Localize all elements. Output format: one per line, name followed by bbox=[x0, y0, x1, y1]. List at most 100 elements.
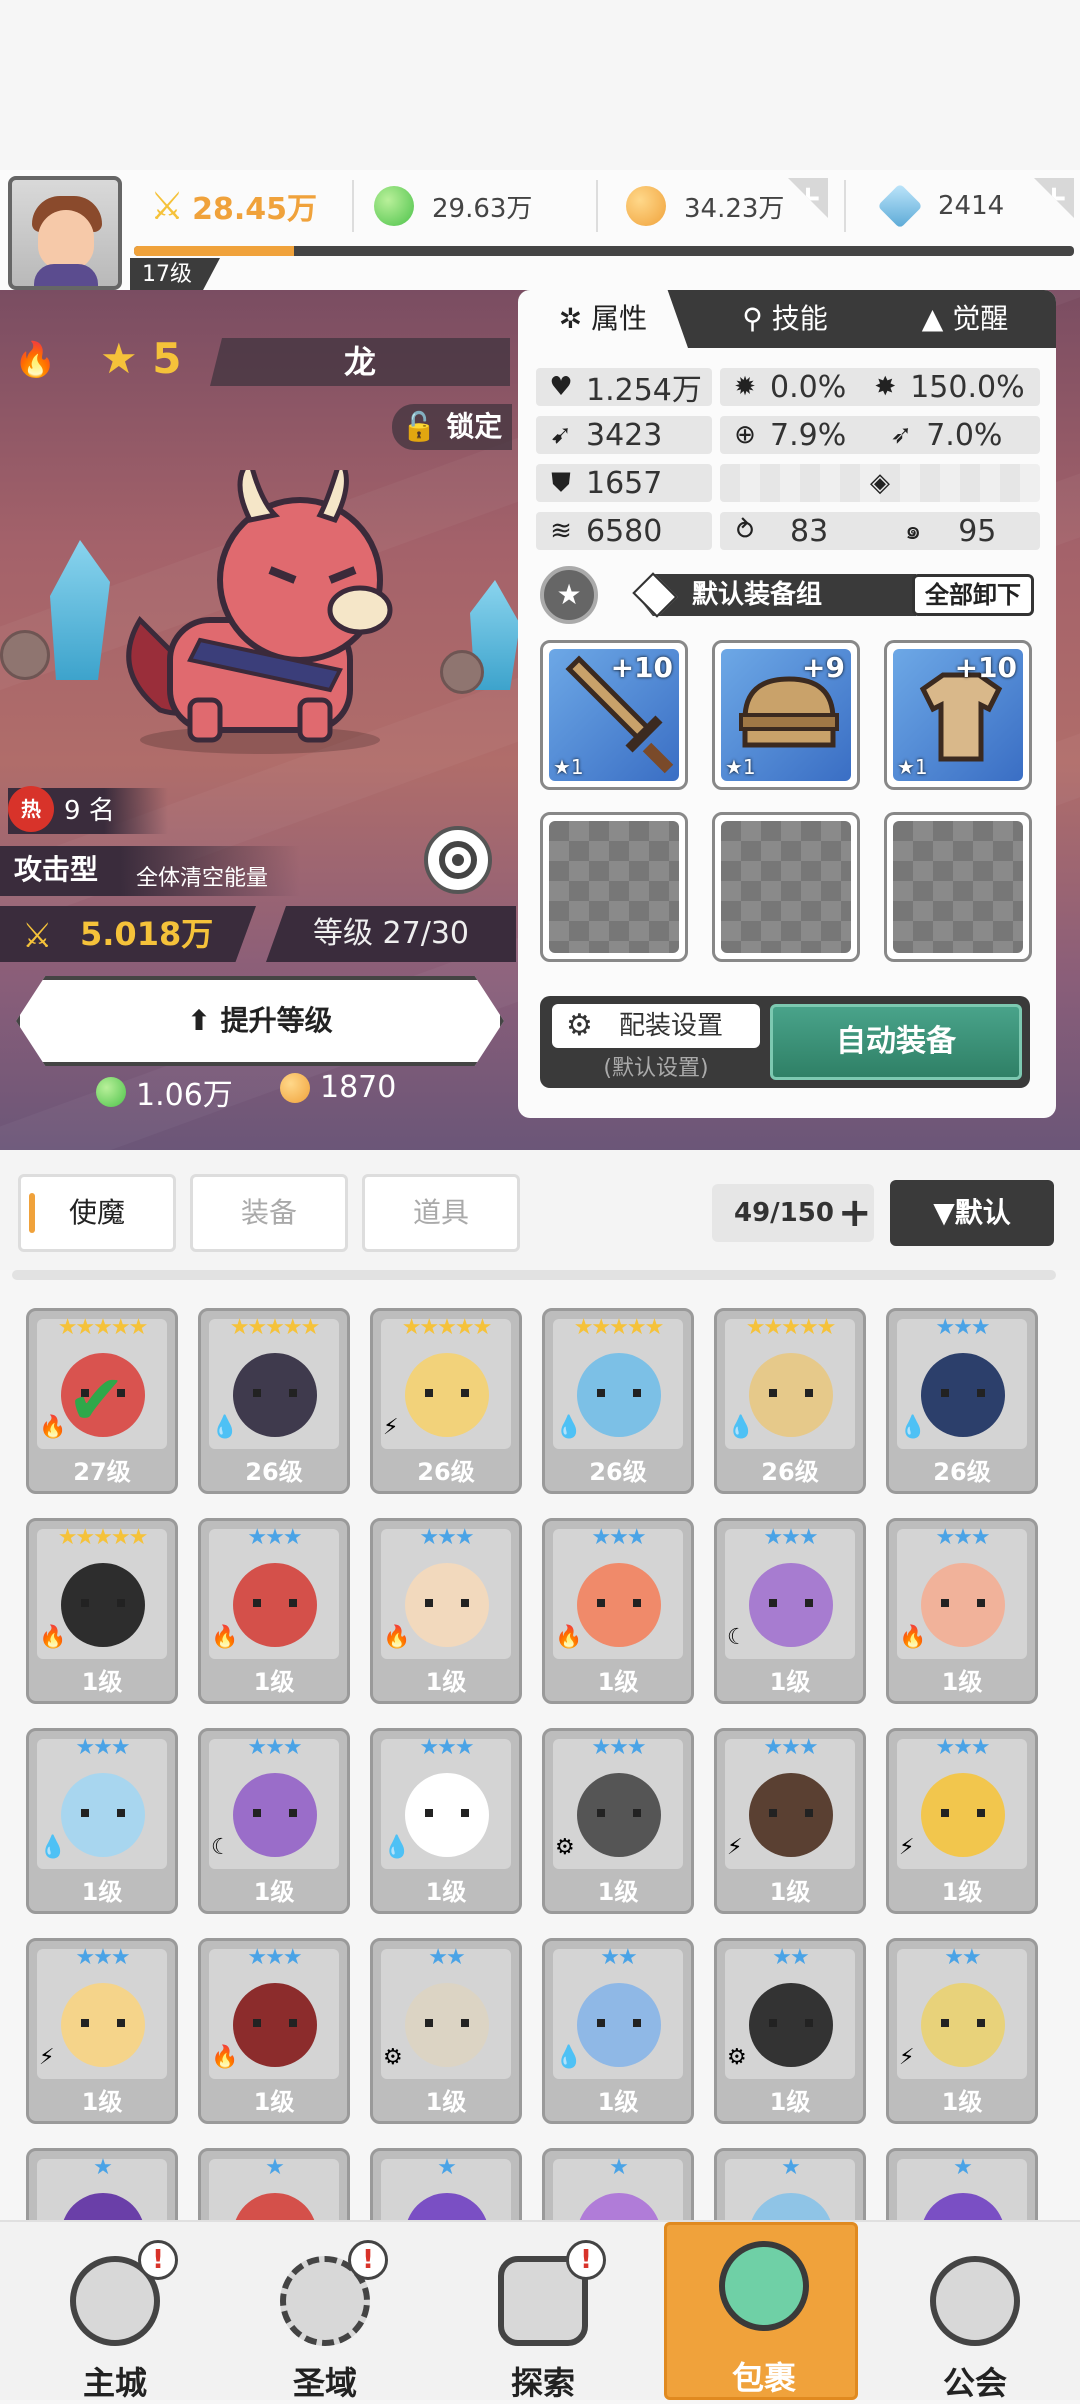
familiar-card[interactable]: ★★ ⚙ 1级 bbox=[370, 1938, 522, 2124]
nav-sanctuary[interactable]: ! 圣域 bbox=[240, 2240, 410, 2402]
stat-acc-row: ⊕ 7.9% ➶ 7.0% bbox=[720, 416, 1040, 454]
familiar-eyes bbox=[81, 1809, 125, 1817]
familiar-card[interactable]: ★★ ⚡ 1级 bbox=[886, 1938, 1038, 2124]
upgrade-level-button[interactable]: ⬆ 提升等级 bbox=[16, 976, 504, 1066]
familiar-card[interactable]: ★★★ 🔥 1级 bbox=[542, 1518, 694, 1704]
familiar-card[interactable]: ★★★ ☾ 1级 bbox=[714, 1518, 866, 1704]
familiar-card[interactable]: ★★★ ⚡ 1级 bbox=[886, 1728, 1038, 1914]
avatar-body bbox=[34, 264, 98, 286]
familiar-card[interactable]: ★ bbox=[714, 2148, 866, 2220]
unequip-all-button[interactable]: 全部卸下 bbox=[912, 574, 1034, 616]
nav-guild[interactable]: 公会 bbox=[890, 2240, 1060, 2402]
tab-attributes[interactable]: ✲ 属性 bbox=[518, 290, 688, 348]
familiar-card[interactable]: ★ bbox=[370, 2148, 522, 2220]
familiar-card[interactable]: ★ bbox=[198, 2148, 350, 2220]
familiar-stars: ★ bbox=[609, 2155, 629, 2180]
familiar-card[interactable]: ★ bbox=[886, 2148, 1038, 2220]
upgrade-label: 提升等级 bbox=[220, 1004, 333, 1037]
familiar-card[interactable]: ★★★★★ 💧 26级 bbox=[714, 1308, 866, 1494]
familiar-card[interactable]: ✔ ★★★★★ 🔥 27级 bbox=[26, 1308, 178, 1494]
familiar-level: 1级 bbox=[597, 1878, 639, 1906]
nav-main-city[interactable]: ! 主城 bbox=[30, 2240, 200, 2402]
gold-cost: 1870 bbox=[280, 1070, 396, 1105]
gear-icon: ⚙ bbox=[566, 1008, 593, 1043]
auto-equip-button[interactable]: 自动装备 bbox=[770, 1004, 1022, 1080]
green-gem-cost-value: 1.06万 bbox=[136, 1078, 233, 1113]
familiar-stars: ★★★ bbox=[75, 1945, 130, 1970]
filter-tab-familiar[interactable]: 使魔 bbox=[18, 1174, 176, 1252]
familiar-level: 1级 bbox=[425, 1878, 467, 1906]
nav-explore[interactable]: ! 探索 bbox=[458, 2240, 628, 2402]
familiar-card[interactable]: ★★ ⚙ 1级 bbox=[714, 1938, 866, 2124]
lock-button[interactable]: 🔓 锁定 bbox=[392, 404, 512, 450]
familiar-card[interactable]: ★★★ ⚡ 1级 bbox=[26, 1938, 178, 2124]
nav-label: 圣域 bbox=[292, 2364, 357, 2402]
familiar-card[interactable]: ★★★ 💧 1级 bbox=[26, 1728, 178, 1914]
familiar-level: 1级 bbox=[597, 1668, 639, 1696]
familiar-card[interactable]: ★★★ 💧 1级 bbox=[370, 1728, 522, 1914]
green-gem-icon bbox=[96, 1077, 126, 1107]
equip-star: ★1 bbox=[553, 755, 584, 779]
equip-slot-armor[interactable]: +10 ★1 bbox=[884, 640, 1032, 790]
nav-label: 探索 bbox=[510, 2364, 575, 2402]
familiar-card[interactable]: ★★★★★ 🔥 1级 bbox=[26, 1518, 178, 1704]
familiar-stars: ★★★ bbox=[763, 1525, 818, 1550]
familiar-card[interactable]: ★★★★★ ⚡ 26级 bbox=[370, 1308, 522, 1494]
power-value: 28.45万 bbox=[192, 192, 317, 227]
loadout-settings-button[interactable]: ⚙ 配装设置 bbox=[552, 1004, 760, 1048]
familiar-eyes bbox=[597, 2019, 641, 2027]
expand-inventory-button[interactable]: + bbox=[838, 1184, 872, 1242]
familiar-card[interactable]: ★★★ 🔥 1级 bbox=[198, 1518, 350, 1704]
stat-speed: ≋ 6580 bbox=[536, 512, 712, 550]
familiar-eyes bbox=[941, 1599, 985, 1607]
familiar-card[interactable]: ★★★ 🔥 1级 bbox=[370, 1518, 522, 1704]
familiar-card[interactable]: ★★★ ⚡ 1级 bbox=[714, 1728, 866, 1914]
tab-skills[interactable]: ⚲ 技能 bbox=[700, 290, 870, 348]
alert-badge: ! bbox=[566, 2240, 606, 2280]
stat-value: 83 bbox=[790, 513, 829, 549]
equip-slot-empty-necklace[interactable] bbox=[712, 812, 860, 962]
familiar-card[interactable]: ★★★ 🔥 1级 bbox=[198, 1938, 350, 2124]
familiar-grid: ✔ ★★★★★ 🔥 27级 ★★★★★ 💧 26级 ★★★★★ ⚡ 26级 ★★★★★ 💧 26级 ★★★… bbox=[0, 1290, 1080, 2220]
sword-power-icon: ⚔ bbox=[22, 916, 53, 956]
sort-dropdown[interactable]: ▼默认 bbox=[890, 1180, 1054, 1246]
nav-label: 公会 bbox=[942, 2364, 1007, 2402]
equip-slot-sword[interactable]: +10 ★1 bbox=[540, 640, 688, 790]
rotate-view-button[interactable] bbox=[424, 826, 492, 894]
equip-star: ★1 bbox=[725, 755, 756, 779]
nav-inventory[interactable]: 包裹 bbox=[664, 2222, 858, 2400]
xp-bar bbox=[134, 246, 1074, 256]
familiar-card[interactable]: ★★★ ☾ 1级 bbox=[198, 1728, 350, 1914]
familiar-card[interactable]: ★★ 💧 1级 bbox=[542, 1938, 694, 2124]
filter-tab-equipment[interactable]: 装备 bbox=[190, 1174, 348, 1252]
familiar-card[interactable]: ★★★ 🔥 1级 bbox=[886, 1518, 1038, 1704]
equip-group-title[interactable]: 默认装备组 bbox=[636, 574, 916, 616]
stat-value: 1.254万 bbox=[586, 373, 702, 408]
familiar-head bbox=[921, 2193, 1005, 2220]
heart-icon: ♥ bbox=[549, 372, 573, 402]
stat-value: 7.0% bbox=[926, 417, 1003, 453]
tab-label: 觉醒 bbox=[952, 302, 1009, 335]
equip-slot-frame: +10 ★1 bbox=[549, 649, 679, 781]
equip-slot-helmet[interactable]: +9 ★1 bbox=[712, 640, 860, 790]
element-icon: 💧 bbox=[383, 1835, 411, 1860]
equip-slot-empty-belt[interactable] bbox=[540, 812, 688, 962]
familiar-card[interactable]: ★★★ 💧 26级 bbox=[886, 1308, 1038, 1494]
lock-label: 锁定 bbox=[446, 410, 503, 443]
familiar-card[interactable]: ★ bbox=[542, 2148, 694, 2220]
filter-tab-items[interactable]: 道具 bbox=[362, 1174, 520, 1252]
player-avatar[interactable] bbox=[8, 176, 122, 290]
equip-slot-empty-boots[interactable] bbox=[884, 812, 1032, 962]
familiar-card[interactable]: ★ bbox=[26, 2148, 178, 2220]
familiar-level: 1级 bbox=[253, 1668, 295, 1696]
familiar-card[interactable]: ★★★ ⚙ 1级 bbox=[542, 1728, 694, 1914]
boots-icon bbox=[893, 821, 1023, 953]
stat-hp: ♥ 1.254万 bbox=[536, 368, 712, 408]
familiar-stars: ★ bbox=[953, 2155, 973, 2180]
element-icon: 💧 bbox=[727, 1415, 755, 1440]
familiar-head bbox=[233, 2193, 317, 2220]
familiar-card[interactable]: ★★★★★ 💧 26级 bbox=[198, 1308, 350, 1494]
tab-awaken[interactable]: ▲ 觉醒 bbox=[880, 290, 1050, 348]
familiar-level: 1级 bbox=[81, 2088, 123, 2116]
familiar-card[interactable]: ★★★★★ 💧 26级 bbox=[542, 1308, 694, 1494]
